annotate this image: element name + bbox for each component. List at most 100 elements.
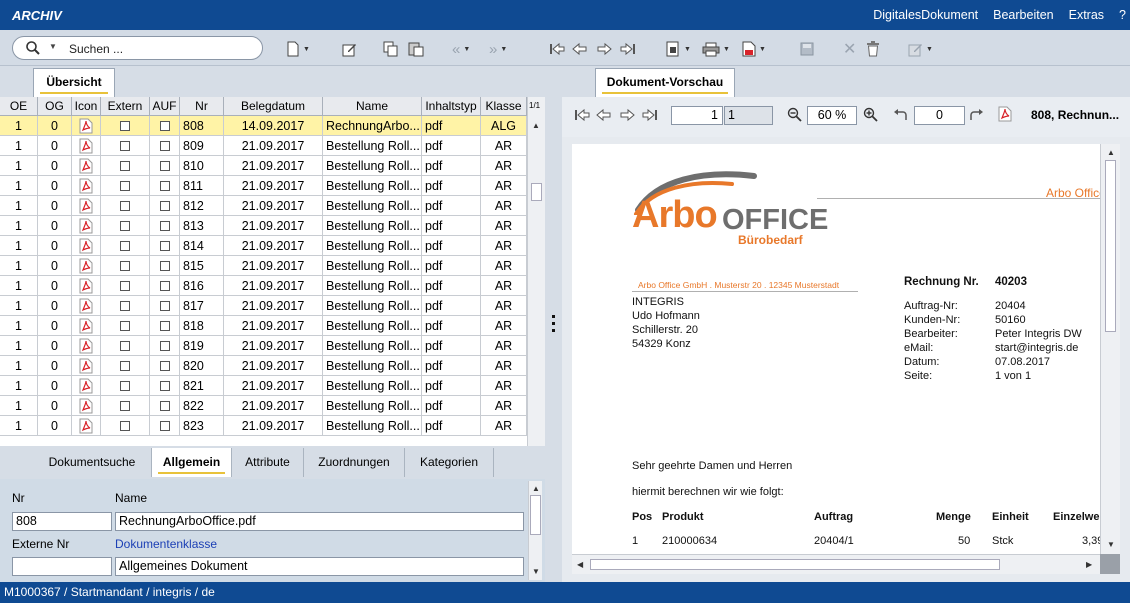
copy-button[interactable] <box>383 39 399 59</box>
previous-record-button[interactable] <box>572 39 588 59</box>
last-record-button[interactable] <box>620 39 636 59</box>
rotate-right-icon[interactable] <box>969 108 984 122</box>
auf-checkbox[interactable] <box>159 161 170 171</box>
name-field[interactable]: RechnungArboOffice.pdf <box>115 512 524 531</box>
first-record-button[interactable] <box>549 39 565 59</box>
dokumentenklasse-link[interactable]: Dokumentenklasse <box>115 537 217 551</box>
extnr-field[interactable] <box>12 557 112 576</box>
auf-checkbox[interactable] <box>159 201 170 211</box>
column-header-og[interactable]: OG <box>38 97 72 116</box>
print-button[interactable]: ▼ <box>702 39 730 59</box>
menu-bearbeiten[interactable]: Bearbeiten <box>993 8 1053 22</box>
menu-extras[interactable]: Extras <box>1069 8 1104 22</box>
table-row[interactable]: 1 0 820 21.09.2017 Bestellung Roll... pdf AR <box>0 356 527 376</box>
rotate-left-icon[interactable] <box>893 108 908 122</box>
nr-field[interactable]: 808 <box>12 512 112 531</box>
doc-scroll-up-icon[interactable]: ▲ <box>1107 148 1115 157</box>
doc-scroll-down-icon[interactable]: ▼ <box>1107 540 1115 549</box>
extern-checkbox[interactable] <box>120 401 130 411</box>
document-vertical-scrollbar[interactable]: ▲ ▼ <box>1100 144 1120 554</box>
search-input[interactable]: Suchen ... <box>69 42 123 56</box>
table-row[interactable]: 1 0 808 14.09.2017 RechnungArbo... pdf ALG <box>0 116 527 136</box>
extern-checkbox[interactable] <box>120 281 130 291</box>
extern-checkbox[interactable] <box>120 421 130 431</box>
column-header-inhaltstyp[interactable]: Inhaltstyp <box>422 97 481 116</box>
auf-checkbox[interactable] <box>159 401 170 411</box>
column-header-name[interactable]: Name <box>323 97 422 116</box>
extern-checkbox[interactable] <box>120 301 130 311</box>
detail-scroll-thumb[interactable] <box>530 495 541 535</box>
extern-checkbox[interactable] <box>120 221 130 231</box>
detail-scroll-up-icon[interactable]: ▲ <box>532 484 540 493</box>
menu-help[interactable]: ? <box>1119 8 1126 22</box>
extern-checkbox[interactable] <box>120 181 130 191</box>
next-record-button[interactable] <box>596 39 612 59</box>
document-horizontal-scrollbar[interactable]: ◀ ▶ <box>572 554 1100 574</box>
menu-digitales-dokument[interactable]: DigitalesDokument <box>873 8 978 22</box>
export-pdf-button[interactable]: ▼ <box>742 39 766 59</box>
column-header-icon[interactable]: Icon <box>72 97 101 116</box>
delete-button[interactable] <box>866 39 880 59</box>
rotation-field[interactable]: 0 <box>914 106 965 125</box>
extern-checkbox[interactable] <box>120 241 130 251</box>
search-box[interactable]: ▼ Suchen ... <box>12 36 263 60</box>
extern-checkbox[interactable] <box>120 161 130 171</box>
auf-checkbox[interactable] <box>159 301 170 311</box>
tab-attribute[interactable]: Attribute <box>232 448 304 477</box>
doc-hscroll-thumb[interactable] <box>590 559 1000 570</box>
tab-zuordnungen[interactable]: Zuordnungen <box>304 448 405 477</box>
extern-checkbox[interactable] <box>120 121 130 131</box>
detail-scroll-down-icon[interactable]: ▼ <box>532 567 540 576</box>
column-header-nr[interactable]: Nr <box>180 97 224 116</box>
next-page-icon[interactable] <box>619 108 635 122</box>
search-dropdown-icon[interactable]: ▼ <box>49 42 57 51</box>
auf-checkbox[interactable] <box>159 121 170 131</box>
table-row[interactable]: 1 0 819 21.09.2017 Bestellung Roll... pdf AR <box>0 336 527 356</box>
table-row[interactable]: 1 0 817 21.09.2017 Bestellung Roll... pdf AR <box>0 296 527 316</box>
auf-checkbox[interactable] <box>159 361 170 371</box>
save-button[interactable] <box>800 39 814 59</box>
pane-splitter[interactable] <box>545 66 562 582</box>
table-row[interactable]: 1 0 818 21.09.2017 Bestellung Roll... pdf AR <box>0 316 527 336</box>
table-row[interactable]: 1 0 822 21.09.2017 Bestellung Roll... pdf AR <box>0 396 527 416</box>
auf-checkbox[interactable] <box>159 421 170 431</box>
auf-checkbox[interactable] <box>159 281 170 291</box>
auf-checkbox[interactable] <box>159 141 170 151</box>
table-row[interactable]: 1 0 815 21.09.2017 Bestellung Roll... pdf AR <box>0 256 527 276</box>
table-row[interactable]: 1 0 812 21.09.2017 Bestellung Roll... pdf AR <box>0 196 527 216</box>
extern-checkbox[interactable] <box>120 381 130 391</box>
auf-checkbox[interactable] <box>159 181 170 191</box>
extern-checkbox[interactable] <box>120 341 130 351</box>
auf-checkbox[interactable] <box>159 241 170 251</box>
last-page-icon[interactable] <box>642 108 658 122</box>
zoom-field[interactable]: 60 % <box>807 106 857 125</box>
zoom-out-icon[interactable] <box>787 107 802 122</box>
extern-checkbox[interactable] <box>120 361 130 371</box>
doc-scroll-thumb[interactable] <box>1105 160 1116 332</box>
column-header-auf[interactable]: AUF <box>150 97 180 116</box>
table-row[interactable]: 1 0 816 21.09.2017 Bestellung Roll... pdf AR <box>0 276 527 296</box>
detail-scrollbar[interactable]: ▲ ▼ <box>528 481 542 580</box>
extern-checkbox[interactable] <box>120 261 130 271</box>
column-header-belegdatum[interactable]: Belegdatum <box>224 97 323 116</box>
auf-checkbox[interactable] <box>159 221 170 231</box>
tab-kategorien[interactable]: Kategorien <box>405 448 494 477</box>
extern-checkbox[interactable] <box>120 141 130 151</box>
extern-checkbox[interactable] <box>120 321 130 331</box>
scroll-up-arrow-icon[interactable]: ▲ <box>532 121 540 130</box>
table-row[interactable]: 1 0 821 21.09.2017 Bestellung Roll... pdf AR <box>0 376 527 396</box>
column-header-oe[interactable]: OE <box>0 97 38 116</box>
paste-button[interactable] <box>408 39 424 59</box>
edit-button[interactable] <box>342 39 357 59</box>
first-page-icon[interactable] <box>574 108 590 122</box>
column-header-klasse[interactable]: Klasse <box>481 97 527 116</box>
auf-checkbox[interactable] <box>159 261 170 271</box>
grid-scroll-thumb[interactable] <box>531 183 542 201</box>
document-view-button[interactable]: ▼ <box>665 39 691 59</box>
auf-checkbox[interactable] <box>159 381 170 391</box>
page-number-field[interactable]: 1 <box>671 106 723 125</box>
table-row[interactable]: 1 0 809 21.09.2017 Bestellung Roll... pdf AR <box>0 136 527 156</box>
cut-button[interactable]: ✕ <box>843 39 856 59</box>
zoom-in-icon[interactable] <box>863 107 878 122</box>
doc-scroll-left-icon[interactable]: ◀ <box>577 560 583 569</box>
